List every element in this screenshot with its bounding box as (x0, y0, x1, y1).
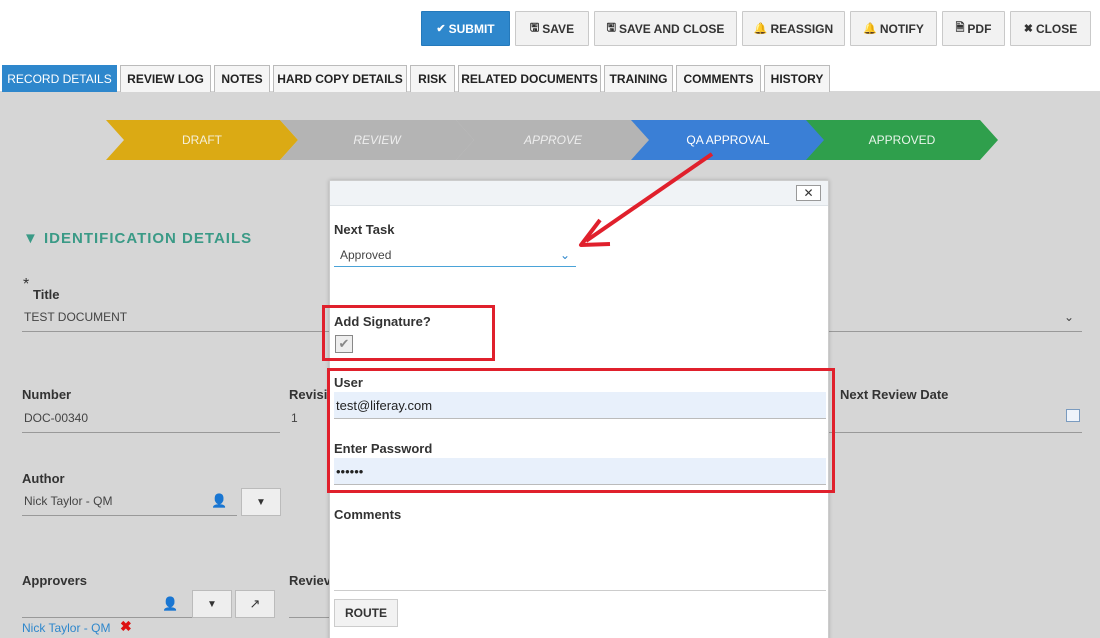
arrow-shaft (584, 152, 714, 243)
annotation-arrow (579, 152, 714, 247)
